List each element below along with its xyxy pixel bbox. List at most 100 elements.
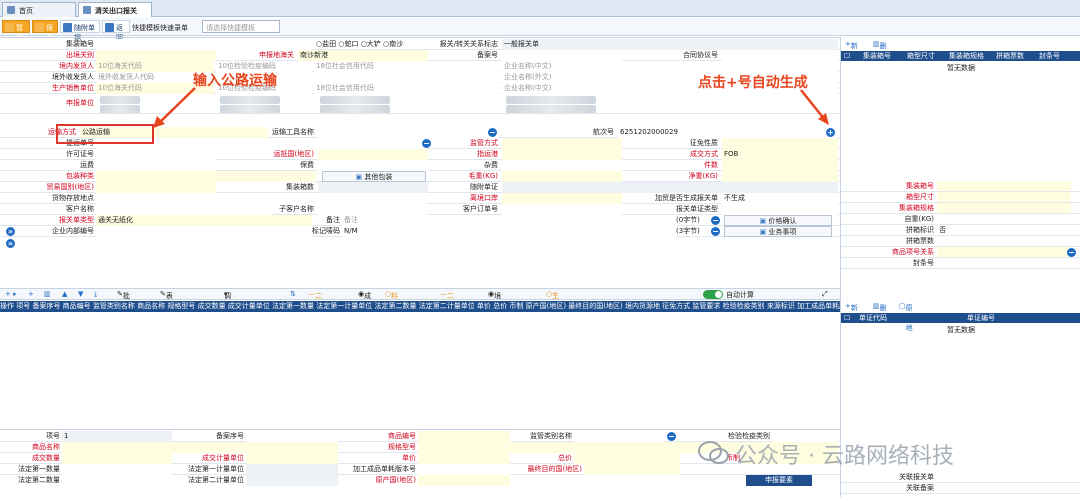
internal-no-input[interactable] [96,226,312,237]
license-no-input[interactable] [96,149,216,160]
price-confirm-button[interactable]: ▣ 价格确认 [724,215,832,226]
deal-unit-input[interactable] [246,453,338,464]
net-weight-input[interactable] [722,171,838,182]
fetch-elements-button[interactable]: 调取料号/要素 ▾ [224,290,233,350]
insurance-input[interactable] [318,160,428,171]
port-radio-group[interactable]: ○盐田 ○蛇口 ○大铲 ○南沙 [316,39,434,50]
origin-button[interactable]: ▢原产地 [899,302,913,332]
consignor-name-input[interactable]: 企业名称(中文) [502,61,838,72]
move-down-icon[interactable]: ▼ [78,290,83,298]
checkbox-icon[interactable]: ☐ [844,51,850,61]
add-circle-icon[interactable]: + [826,128,835,137]
voyage-no-input[interactable]: 6251202000029 [618,127,838,138]
batch-modify-button[interactable]: ✎ 批量修改 [117,290,130,330]
overseas-code-input[interactable]: 境外收发货人代码 [96,72,500,83]
legal-unit1-input[interactable] [246,464,338,475]
lcl-count-field[interactable] [937,236,1071,246]
misc-fee-input[interactable] [502,160,622,171]
business-matters-button[interactable]: ▣ 业务事项 [724,226,832,237]
table-modify-button[interactable]: ✎ 表体批量修改 [160,290,173,350]
record-no-input[interactable] [502,50,622,61]
producer-credit-input[interactable]: 18位社会信用代码 [314,83,500,94]
doc-type-input[interactable] [722,204,838,215]
customer-name-input[interactable] [96,204,272,215]
container-spec-field[interactable] [937,203,1071,213]
gross-weight-input[interactable] [502,171,622,182]
legal-qty1-input[interactable] [62,464,172,475]
legal-unit2-input[interactable] [246,475,338,486]
container-count-input[interactable] [318,182,428,193]
origin-country-input[interactable] [418,475,510,486]
contract-no-input[interactable] [722,50,838,61]
add-doc-button[interactable]: +新增 [845,302,858,322]
delete-row-icon[interactable]: ▥ [44,290,51,298]
order-no-input[interactable] [502,204,622,215]
declaration-type-input[interactable]: 通关无纸化 [96,215,312,226]
radio-finished[interactable]: ◉成品 [358,290,371,310]
expand-circle-icon[interactable]: » [6,239,15,248]
exit-port-input[interactable] [502,193,622,204]
tare-weight-field[interactable] [937,214,1071,224]
tab-home[interactable]: 首页 [2,2,76,17]
item-relation-field[interactable] [937,247,1071,257]
legal-qty2-input[interactable] [62,475,172,486]
remove-circle-icon[interactable]: − [422,139,431,148]
radio-nansha[interactable]: ○南沙 [383,40,403,48]
radio-dachan[interactable]: ○大铲 [361,40,381,48]
shipping-mark-input[interactable]: N/M [342,226,676,237]
back-button[interactable]: 返回 [102,20,130,42]
destination-country-input[interactable] [318,149,428,160]
transaction-mode-input[interactable]: FOB [722,149,838,160]
container-no-field[interactable] [937,181,1071,191]
related-declaration-field[interactable] [937,472,1071,482]
remove-circle-icon[interactable]: − [1067,248,1076,257]
total-price-input[interactable] [574,453,680,464]
freight-input[interactable] [96,160,216,171]
packages-input[interactable] [722,160,838,171]
copy-row-icon[interactable]: + [28,290,34,298]
checkbox-icon[interactable]: ☐ [844,313,850,323]
transport-tool-input[interactable] [318,127,498,138]
attached-docs-input[interactable] [502,182,838,193]
follow-doc-button[interactable]: 随附单据 [60,20,100,42]
bom-version-input[interactable] [418,464,510,475]
quick-template-input[interactable]: 请选择快捷模板 [202,20,280,33]
declarant-input[interactable] [96,94,838,113]
consignor-credit-input[interactable]: 18位社会信用代码 [314,61,500,72]
container-no-input[interactable] [96,39,312,50]
declare-elements-button[interactable]: 申报要素 [746,475,812,486]
port-input[interactable] [502,149,622,160]
item-no-input[interactable]: 1 [62,431,172,442]
save-temp-button[interactable]: 暂存 [2,20,30,42]
supervision-mode-input[interactable] [502,138,622,149]
exit-customs-input[interactable] [96,50,216,61]
move-bottom-icon[interactable]: ⤓ [94,290,97,299]
box-size-field[interactable] [937,192,1071,202]
final-country-input[interactable] [584,464,680,475]
tab-export-declaration[interactable]: 清关出口报关 [78,2,152,17]
deal-qty-input[interactable] [62,453,172,464]
move-up-icon[interactable]: ▲ [62,290,67,298]
unit-price-input[interactable] [418,453,510,464]
related-record-field[interactable] [937,483,1071,493]
auto-calc-toggle[interactable] [703,290,723,299]
sort-icon[interactable]: ⇅ [290,290,296,298]
trade-country-input[interactable] [96,182,216,193]
lcl-flag-field[interactable]: 否 [937,225,1071,235]
remark-input[interactable]: 备注 [342,215,676,226]
goods-name-input[interactable] [62,442,338,453]
record-seq-input[interactable] [246,431,338,442]
radio-domestic[interactable]: ◉境内收发货人 [488,290,501,350]
remove-circle-icon[interactable]: − [488,128,497,137]
radio-producer[interactable]: ○生产销售/消费使用单位 [546,290,561,390]
supervision-class-input[interactable] [574,431,664,442]
radio-yantian[interactable]: ○盐田 [316,40,336,48]
remove-circle-icon[interactable]: − [711,216,720,225]
hs-code-input[interactable] [418,431,510,442]
remove-circle-icon[interactable]: − [667,432,676,441]
fullscreen-icon[interactable]: ⤢ [822,290,828,299]
package-type-input[interactable] [96,171,316,182]
delete-doc-button[interactable]: ▥删除 [873,302,887,322]
levy-nature-input[interactable] [722,138,838,149]
seal-no-field[interactable] [937,258,1071,268]
